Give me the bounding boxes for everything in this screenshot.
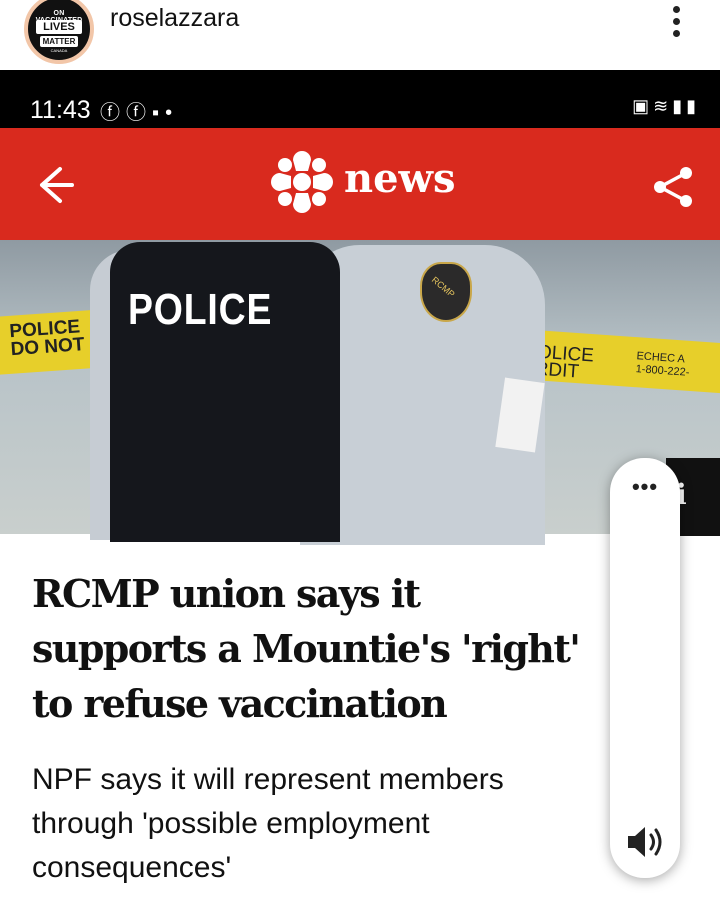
article-headline: RCMP union says it supports a Mountie's … — [32, 571, 581, 726]
floating-side-panel[interactable]: ••• — [610, 458, 680, 878]
status-time: 11:43 — [30, 96, 91, 124]
facebook-icon: ⓕ — [100, 102, 126, 124]
avatar-text-ring: CANADA — [50, 48, 68, 53]
avatar-text-main: LIVES — [36, 20, 82, 34]
cbc-news-header: news — [0, 128, 720, 240]
avatar[interactable]: ON VACCINATED LIVES MATTER CANADA — [24, 0, 94, 64]
police-tape-text-small: ECHEC A 1-800-222- — [635, 350, 690, 379]
instagram-post-header: ON VACCINATED LIVES MATTER CANADA rosela… — [0, 0, 720, 68]
username[interactable]: roselazzara — [110, 4, 239, 33]
notification-icons: ⓕⓕ▪• — [100, 96, 178, 125]
more-options-icon[interactable] — [664, 2, 688, 42]
police-vest-text: POLICE — [128, 285, 273, 334]
avatar-text-bottom: MATTER — [40, 36, 78, 47]
system-icons: ▣≋▮▮ — [632, 96, 700, 117]
dot-icon: • — [165, 102, 179, 124]
article-subheadline: NPF says it will represent members throu… — [32, 763, 504, 884]
news-brand-text: news — [344, 155, 456, 202]
cbc-gem-logo — [270, 150, 334, 214]
back-arrow-icon[interactable] — [30, 163, 80, 207]
phone-status-bar: 11:43 ⓕⓕ▪• ▣≋▮▮ — [0, 70, 720, 128]
panel-menu-icon[interactable]: ••• — [620, 476, 670, 502]
signal-icon: ▮ — [672, 96, 687, 116]
lock-icon: ▣ — [632, 96, 654, 116]
rcmp-shoulder-patch: RCMP — [420, 262, 472, 322]
facebook-icon: ⓕ — [126, 102, 152, 124]
share-icon[interactable] — [650, 164, 696, 210]
chat-icon: ▪ — [152, 102, 166, 124]
wifi-icon: ≋ — [653, 96, 673, 116]
volume-icon[interactable] — [624, 824, 666, 860]
battery-icon: ▮ — [686, 96, 700, 116]
